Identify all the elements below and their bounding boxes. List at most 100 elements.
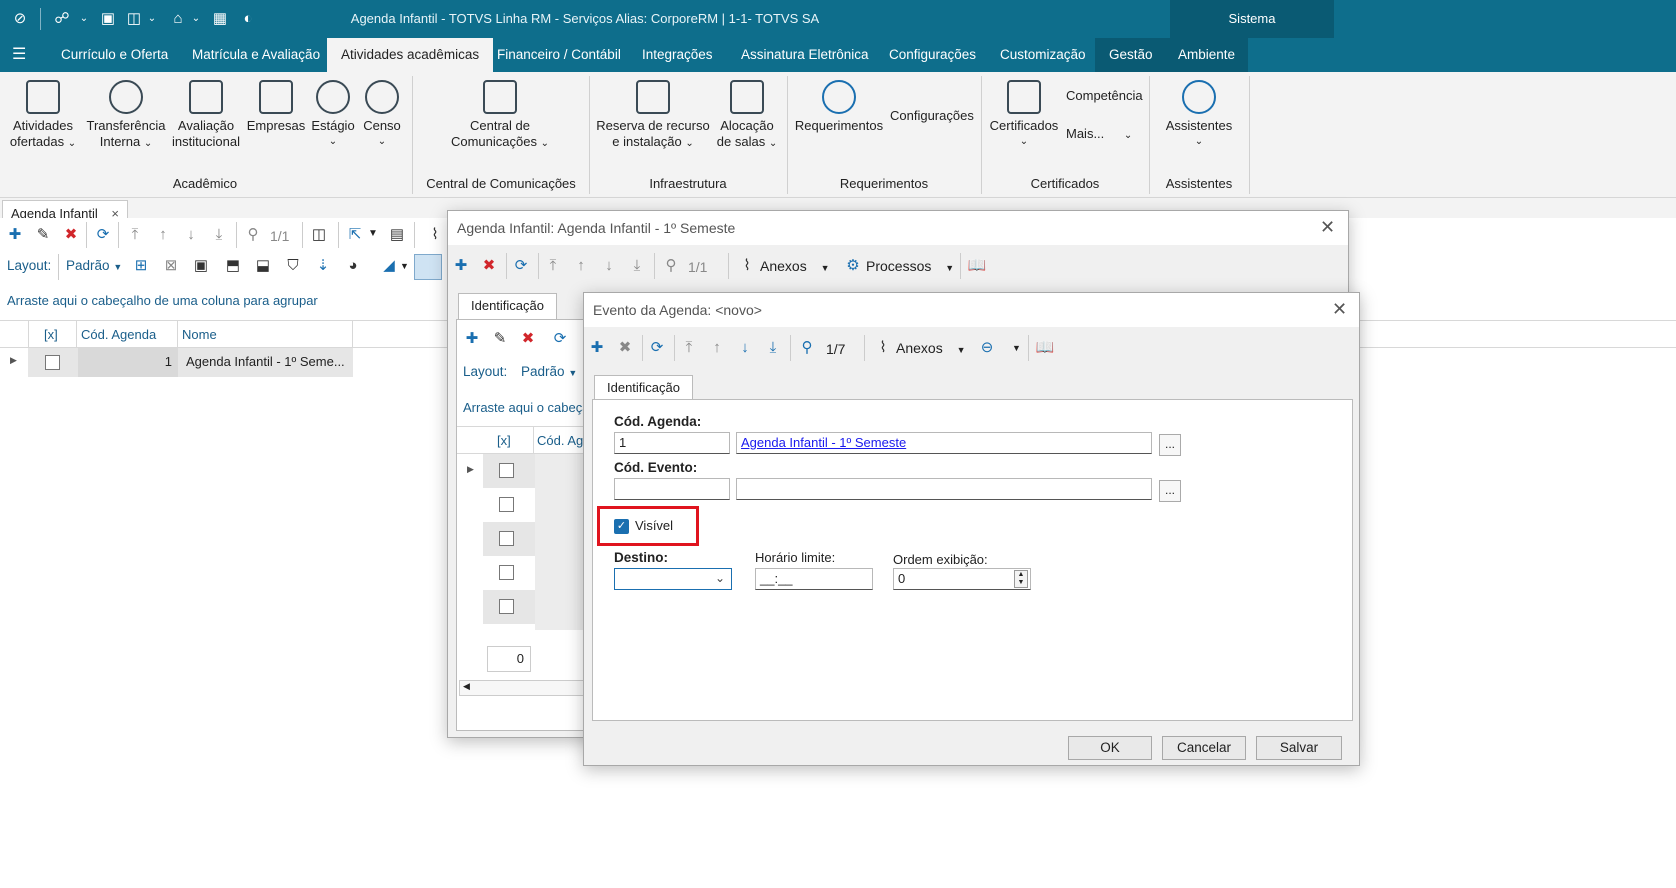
menu-matricula[interactable]: Matrícula e Avaliação bbox=[178, 38, 334, 72]
chart-icon[interactable]: ◢ bbox=[378, 255, 400, 277]
group-icon[interactable]: ▣ bbox=[190, 255, 212, 277]
previous-record-icon[interactable]: ↑ bbox=[706, 337, 728, 359]
processos-button[interactable]: Processos ▼ bbox=[866, 258, 954, 274]
globe-icon[interactable]: ⊖ bbox=[976, 337, 998, 359]
column-header-nome[interactable]: Nome bbox=[182, 327, 217, 342]
refresh-icon[interactable]: ⟳ bbox=[646, 337, 668, 359]
add-icon[interactable]: ✚ bbox=[461, 328, 483, 350]
estagio-button[interactable]: Estágio ⌄ bbox=[309, 80, 357, 150]
tab-identificacao[interactable]: Identificação bbox=[594, 375, 693, 401]
help-book-icon[interactable]: 📖 bbox=[1034, 337, 1056, 359]
column-header-cod-agenda[interactable]: Cód. Agenda bbox=[81, 327, 156, 342]
spinner-icon[interactable]: ▲ ▼ bbox=[1014, 570, 1028, 588]
row-checkbox[interactable] bbox=[45, 355, 60, 370]
menu-ambiente[interactable]: Ambiente bbox=[1164, 38, 1248, 72]
configuracoes-button[interactable]: Configurações bbox=[890, 108, 974, 123]
sistema-label[interactable]: Sistema bbox=[1170, 0, 1334, 38]
lookup-agenda-button[interactable]: ... bbox=[1159, 434, 1181, 456]
close-icon[interactable]: ✕ bbox=[1320, 217, 1335, 238]
color-icon[interactable]: ◕ bbox=[342, 255, 364, 277]
delete-icon[interactable]: ✖ bbox=[478, 255, 500, 277]
ordem-exibicao-field[interactable]: 0 ▲ ▼ bbox=[893, 568, 1031, 590]
refresh-icon[interactable]: ⟳ bbox=[510, 255, 532, 277]
table-row[interactable]: ▶ 1 Agenda Infantil - 1º Seme... bbox=[0, 348, 354, 377]
requerimentos-button[interactable]: Requerimentos bbox=[792, 80, 886, 134]
search-icon[interactable]: ⚲ bbox=[660, 255, 682, 277]
add-icon[interactable]: ✚ bbox=[586, 337, 608, 359]
cancelar-button[interactable]: Cancelar bbox=[1162, 736, 1246, 760]
delete-icon[interactable]: ✖ bbox=[517, 328, 539, 350]
edit-icon[interactable]: ✎ bbox=[32, 224, 54, 246]
edit-icon[interactable]: ✎ bbox=[489, 328, 511, 350]
agenda-link[interactable]: Agenda Infantil - 1º Semeste bbox=[741, 435, 906, 450]
next-record-icon[interactable]: ↓ bbox=[180, 224, 202, 246]
horizontal-scrollbar[interactable]: ◀ bbox=[459, 680, 593, 696]
mais-button[interactable]: Mais... ⌄ bbox=[1066, 126, 1132, 141]
layout-select[interactable]: Padrão ▼ bbox=[521, 364, 577, 379]
columns-icon[interactable]: ◫ bbox=[308, 224, 330, 246]
attachment-icon[interactable]: ⌇ bbox=[424, 224, 446, 246]
filter-icon[interactable]: ⇣ bbox=[312, 255, 334, 277]
last-record-icon[interactable]: ⤓ bbox=[626, 255, 648, 277]
move-down-icon[interactable]: ⬓ bbox=[252, 255, 274, 277]
export-icon[interactable]: ⇱ bbox=[344, 224, 366, 246]
table-row[interactable] bbox=[483, 522, 535, 556]
database-icon[interactable]: ☰ bbox=[12, 46, 30, 64]
horario-limite-field[interactable]: __:__ bbox=[755, 568, 873, 590]
competencia-button[interactable]: Competência bbox=[1066, 88, 1143, 103]
menu-assinatura[interactable]: Assinatura Eletrônica bbox=[727, 38, 883, 72]
previous-record-icon[interactable]: ↑ bbox=[570, 255, 592, 277]
refresh-icon[interactable]: ⟳ bbox=[92, 224, 114, 246]
column-header-cod-agenda[interactable]: Cód. Ag bbox=[537, 433, 583, 448]
cod-evento-field[interactable] bbox=[614, 478, 730, 500]
lookup-evento-button[interactable]: ... bbox=[1159, 480, 1181, 502]
row-checkbox[interactable] bbox=[499, 463, 514, 478]
ok-button[interactable]: OK bbox=[1068, 736, 1152, 760]
salvar-button[interactable]: Salvar bbox=[1256, 736, 1342, 760]
tab-identificacao[interactable]: Identificação bbox=[458, 293, 557, 319]
delete-icon[interactable]: ✖ bbox=[60, 224, 82, 246]
group-hint-area[interactable]: Arraste aqui o cabeçalho de uma coluna p… bbox=[0, 288, 446, 318]
caret-down-icon[interactable]: ▼ bbox=[400, 261, 409, 271]
delete-icon[interactable]: ✖ bbox=[614, 337, 636, 359]
evento-name-field[interactable] bbox=[736, 478, 1152, 500]
last-record-icon[interactable]: ⤓ bbox=[762, 337, 784, 359]
layout-select[interactable]: Padrão ▼ bbox=[66, 258, 122, 273]
refresh-icon[interactable]: ⟳ bbox=[549, 328, 571, 350]
caret-down-icon[interactable]: ▼ bbox=[368, 228, 378, 239]
reserva-recurso-button[interactable]: Reserva de recurso e instalação ⌄ bbox=[594, 80, 712, 152]
next-record-icon[interactable]: ↓ bbox=[598, 255, 620, 277]
menu-customizacao[interactable]: Customização bbox=[986, 38, 1100, 72]
menu-atividades[interactable]: Atividades acadêmicas bbox=[327, 38, 494, 72]
menu-gestao[interactable]: Gestão bbox=[1095, 38, 1167, 72]
add-icon[interactable]: ✚ bbox=[4, 224, 26, 246]
row-expand-icon[interactable]: ▶ bbox=[10, 355, 17, 366]
atividades-ofertadas-button[interactable]: Atividades ofertadas ⌄ bbox=[6, 80, 80, 152]
table-row[interactable] bbox=[483, 556, 535, 590]
transferencia-interna-button[interactable]: Transferência Interna ⌄ bbox=[84, 80, 168, 152]
menu-integracoes[interactable]: Integrações bbox=[628, 38, 727, 72]
menu-curriculo[interactable]: Currículo e Oferta bbox=[47, 38, 182, 72]
caret-down-icon[interactable]: ▼ bbox=[1012, 343, 1021, 353]
last-record-icon[interactable]: ⤓ bbox=[208, 224, 230, 246]
table-row[interactable] bbox=[483, 488, 535, 522]
first-record-icon[interactable]: ⤒ bbox=[678, 337, 700, 359]
visivel-checkbox[interactable]: ✓ bbox=[614, 519, 629, 534]
search-icon[interactable]: ⚲ bbox=[796, 337, 818, 359]
previous-record-icon[interactable]: ↑ bbox=[152, 224, 174, 246]
menu-financeiro[interactable]: Financeiro / Contábil bbox=[483, 38, 635, 72]
first-record-icon[interactable]: ⤒ bbox=[542, 255, 564, 277]
paint-icon[interactable]: ⛉ bbox=[282, 255, 304, 277]
help-book-icon[interactable]: 📖 bbox=[966, 255, 988, 277]
add-icon[interactable]: ✚ bbox=[450, 255, 472, 277]
search-icon[interactable]: ⚲ bbox=[242, 224, 264, 246]
central-comunicacoes-button[interactable]: Central de Comunicações ⌄ bbox=[440, 80, 560, 152]
censo-button[interactable]: Censo ⌄ bbox=[359, 80, 405, 150]
expand-icon[interactable]: ⊞ bbox=[130, 255, 152, 277]
assistentes-button[interactable]: Assistentes ⌄ bbox=[1160, 80, 1238, 150]
move-up-icon[interactable]: ⬒ bbox=[222, 255, 244, 277]
agenda-name-field[interactable]: Agenda Infantil - 1º Semeste bbox=[736, 432, 1152, 454]
cod-agenda-field[interactable]: 1 bbox=[614, 432, 730, 454]
row-checkbox[interactable] bbox=[499, 497, 514, 512]
scroll-left-icon[interactable]: ◀ bbox=[463, 681, 470, 692]
